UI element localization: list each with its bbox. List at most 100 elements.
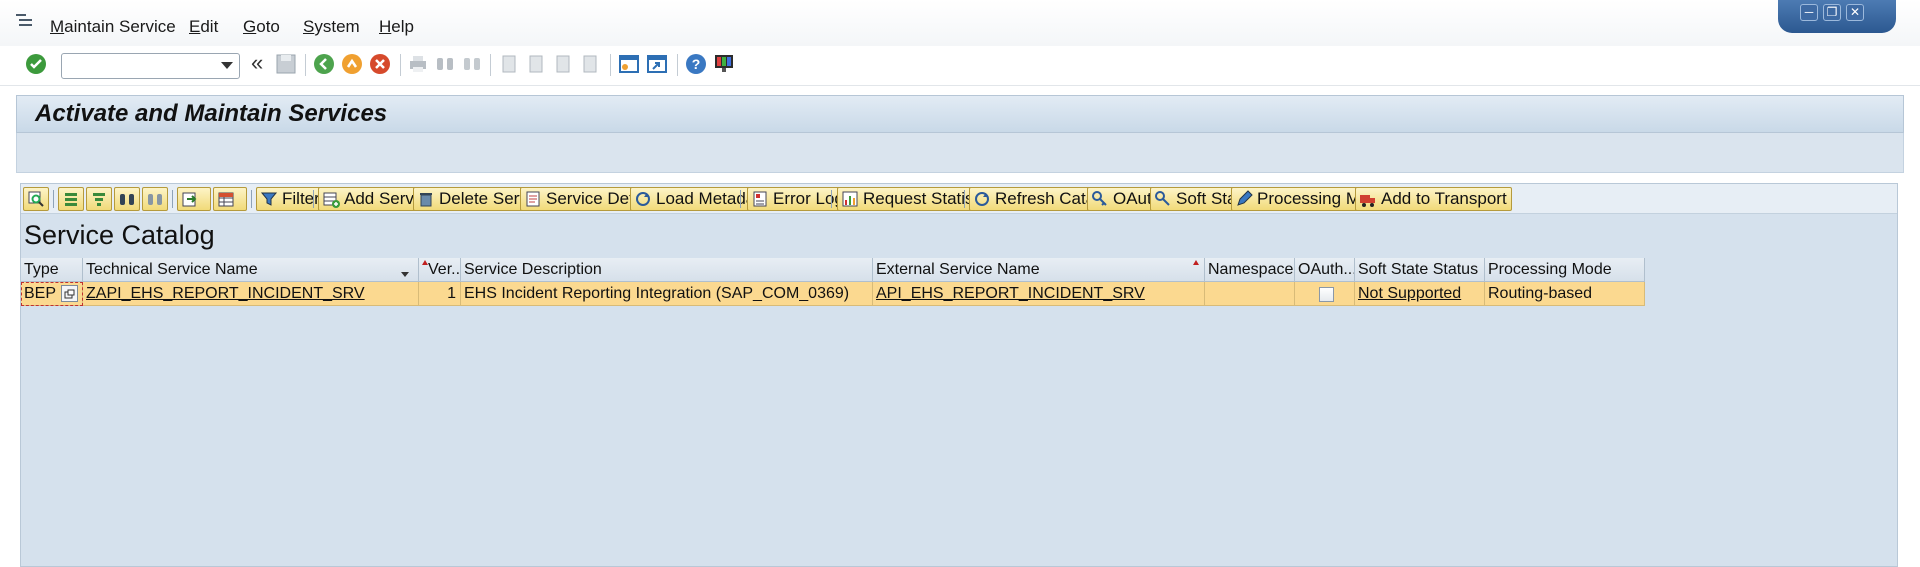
sort-descending-icon (93, 193, 105, 206)
sort-ascending-icon (65, 193, 77, 206)
menu-goto[interactable]: Goto (243, 17, 280, 37)
filter-icon (260, 192, 278, 206)
find-button[interactable] (114, 187, 140, 211)
export-menu-button[interactable] (177, 187, 211, 211)
menu-bar: Maintain Service Edit Goto System Help ─… (0, 0, 1920, 46)
add-to-transport-label: Add to Transport (1381, 189, 1507, 208)
column-header-soft-state-status[interactable]: Soft State Status (1355, 258, 1485, 282)
cell-link[interactable]: Not Supported (1358, 285, 1461, 302)
key-icon (1092, 191, 1107, 206)
add-row-icon (323, 192, 340, 208)
cell-namespace (1205, 282, 1295, 306)
restore-button[interactable]: ❐ (1823, 4, 1841, 21)
find-icon[interactable] (433, 52, 457, 76)
menu-mnemonic: M (50, 17, 65, 36)
toolbar-separator (172, 190, 173, 208)
filter-indicator-icon (401, 272, 409, 277)
column-header-label: Technical Service Name (86, 261, 258, 278)
help-icon[interactable]: ? (684, 52, 708, 76)
minimize-button[interactable]: ─ (1800, 4, 1818, 21)
layout-menu-button[interactable] (213, 187, 247, 211)
next-page-icon[interactable] (551, 52, 575, 76)
menu-mnemonic: H (379, 17, 392, 36)
cell-type[interactable]: BEP (21, 282, 83, 306)
refresh-catalog-icon (975, 192, 989, 206)
page-title: Activate and Maintain Services (35, 100, 388, 127)
column-header-version[interactable]: Ver... (419, 258, 461, 282)
error-log-label: Error Log (773, 189, 844, 208)
sort-ascending-button[interactable] (58, 187, 84, 211)
cell-version: 1 (419, 282, 461, 306)
menu-label: aintain Service (64, 17, 176, 36)
command-field[interactable] (61, 53, 240, 79)
cell-soft-state-status[interactable]: Not Supported (1355, 282, 1485, 306)
column-header-technical-service-name[interactable]: Technical Service Name (83, 258, 419, 282)
find-next-button[interactable] (142, 187, 168, 211)
sort-indicator-icon (422, 260, 428, 265)
previous-page-icon[interactable] (524, 52, 548, 76)
collapse-chevron-icon[interactable]: « (251, 52, 263, 74)
menu-list-icon[interactable] (16, 14, 34, 28)
menu-label: elp (391, 17, 414, 36)
binoculars-icon (120, 194, 134, 205)
menu-mnemonic: S (303, 17, 315, 36)
enter-checkmark-icon[interactable] (24, 52, 48, 76)
cell-link[interactable]: API_EHS_REPORT_INCIDENT_SRV (876, 285, 1145, 302)
sort-descending-button[interactable] (86, 187, 112, 211)
column-header-namespace[interactable]: Namespace (1205, 258, 1295, 282)
print-icon[interactable] (406, 52, 430, 76)
filter-button[interactable]: Filter (256, 187, 325, 211)
grid-title: Service Catalog (24, 220, 215, 250)
details-button[interactable] (23, 187, 49, 211)
statistics-chart-icon (842, 191, 858, 207)
exit-icon[interactable] (340, 52, 364, 76)
cell-external-service-name[interactable]: API_EHS_REPORT_INCIDENT_SRV (873, 282, 1205, 306)
first-page-icon[interactable] (497, 52, 521, 76)
cell-link[interactable]: ZAPI_EHS_REPORT_INCIDENT_SRV (86, 285, 365, 302)
svg-text:?: ? (692, 56, 701, 72)
toolbar-separator (677, 54, 678, 76)
export-icon (182, 192, 197, 207)
column-header-external-service-name[interactable]: External Service Name (873, 258, 1205, 282)
pencil-icon (1237, 190, 1253, 206)
trash-icon (420, 193, 432, 207)
column-header-type[interactable]: Type (21, 258, 83, 282)
binoculars-plus-icon (148, 194, 162, 205)
cancel-icon[interactable] (368, 52, 392, 76)
toolbar-separator (964, 190, 965, 208)
menu-label: dit (200, 17, 219, 36)
oauth-checkbox[interactable] (1319, 287, 1334, 302)
chevron-down-icon[interactable] (221, 62, 233, 69)
menu-mnemonic: G (243, 17, 257, 36)
menu-maintain-service[interactable]: Maintain Service (50, 17, 176, 37)
column-header-service-description[interactable]: Service Description (461, 258, 873, 282)
column-header-label: External Service Name (876, 261, 1040, 278)
cell-value: BEP (24, 285, 57, 302)
customize-layout-icon[interactable] (712, 52, 736, 76)
error-log-icon (753, 191, 767, 207)
error-log-button[interactable]: Error Log (747, 187, 849, 211)
menu-mnemonic: E (189, 17, 201, 36)
menu-edit[interactable]: Edit (189, 17, 218, 37)
new-session-icon[interactable] (617, 52, 641, 76)
shortcut-icon[interactable] (645, 52, 669, 76)
find-next-icon[interactable] (460, 52, 484, 76)
save-icon[interactable] (274, 52, 298, 76)
service-catalog-grid: Filter Add Service Delete Service Servic… (20, 183, 1898, 567)
menu-system[interactable]: System (303, 17, 360, 37)
toolbar-separator (313, 190, 314, 208)
menu-help[interactable]: Help (379, 17, 414, 37)
cell-technical-service-name[interactable]: ZAPI_EHS_REPORT_INCIDENT_SRV (83, 282, 419, 306)
add-to-transport-button[interactable]: Add to Transport (1355, 187, 1512, 211)
column-header-oauth[interactable]: OAuth... (1295, 258, 1355, 282)
magnifier-icon (28, 191, 44, 207)
toolbar-separator (610, 54, 611, 76)
column-header-processing-mode[interactable]: Processing Mode (1485, 258, 1645, 282)
value-help-button[interactable] (61, 285, 78, 302)
toolbar-separator (53, 190, 54, 208)
cell-service-description: EHS Incident Reporting Integration (SAP_… (461, 282, 873, 306)
close-button[interactable]: ✕ (1846, 4, 1864, 21)
toolbar-separator (305, 54, 306, 76)
back-icon[interactable] (312, 52, 336, 76)
last-page-icon[interactable] (578, 52, 602, 76)
